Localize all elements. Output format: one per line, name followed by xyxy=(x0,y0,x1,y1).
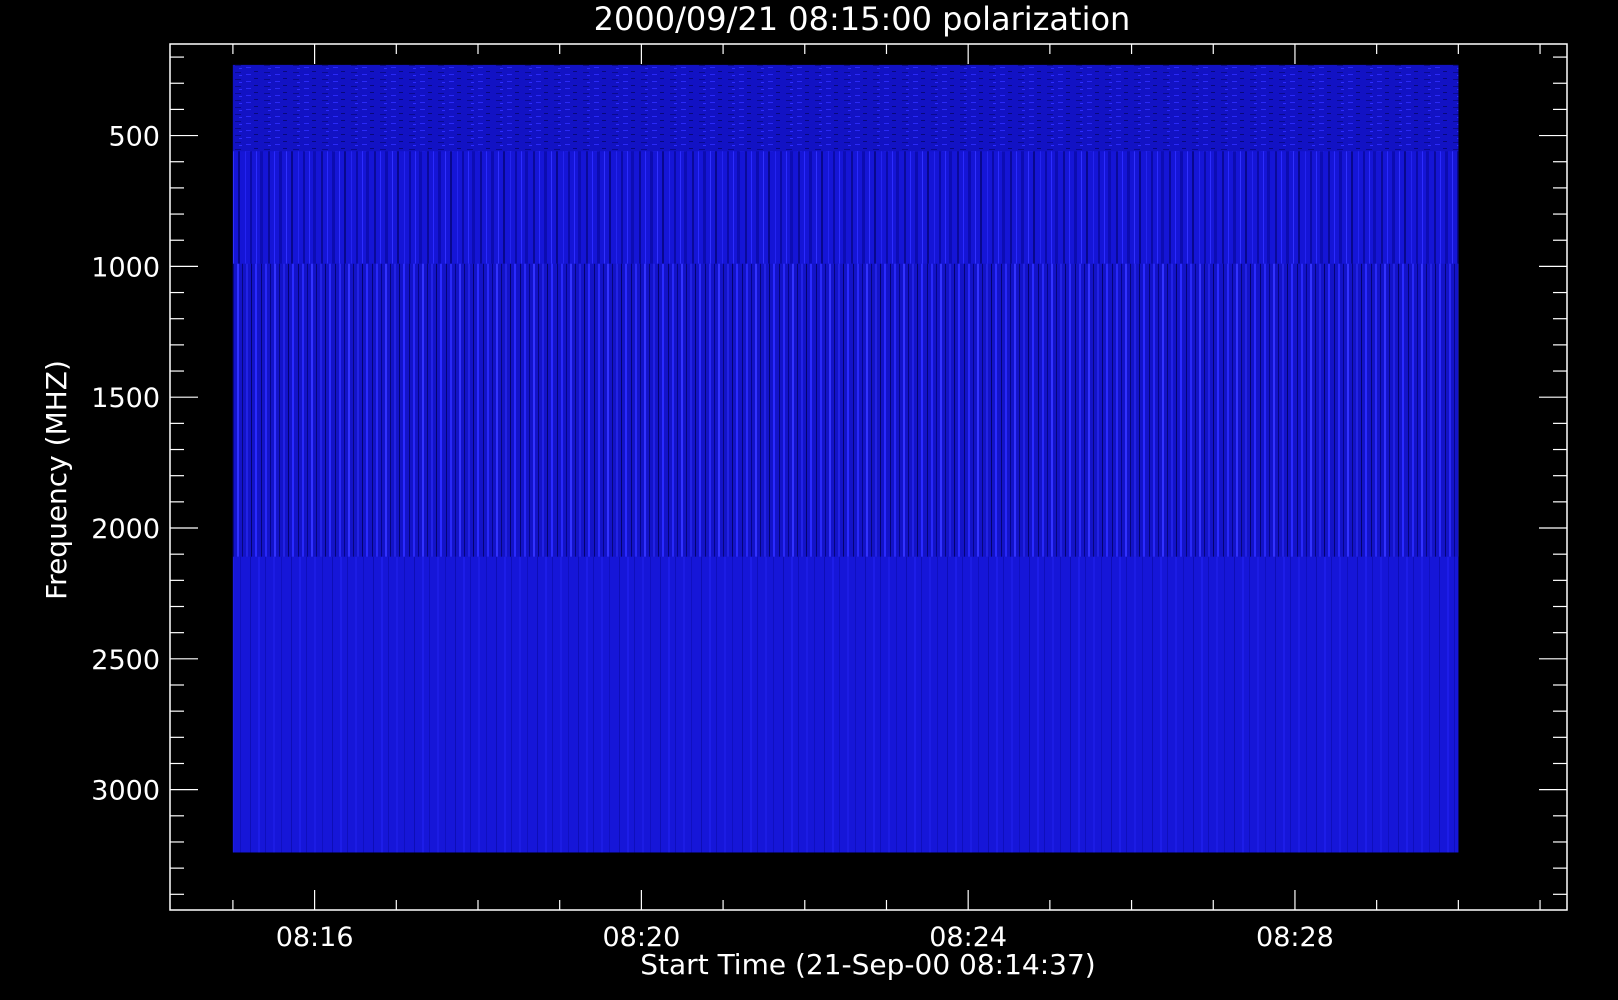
band-upper xyxy=(232,151,1459,264)
x-tick-label: 08:28 xyxy=(1256,922,1334,953)
band-top xyxy=(232,64,1459,152)
x-tick-label: 08:16 xyxy=(276,922,354,953)
spectrogram-image xyxy=(232,64,1459,853)
y-tick-label: 500 xyxy=(108,122,160,153)
chart-title: 2000/09/21 08:15:00 polarization xyxy=(594,0,1131,38)
y-tick-label: 1500 xyxy=(91,383,160,414)
spectrogram-chart: 08:16 08:20 08:24 08:28 5001000150020002500… xyxy=(40,0,1568,981)
y-tick-label: 2000 xyxy=(91,514,160,545)
band-middle xyxy=(232,263,1459,557)
y-tick-label: 3000 xyxy=(91,776,160,807)
y-tick-label: 2500 xyxy=(91,645,160,676)
band-lower xyxy=(232,556,1459,853)
y-axis-label: Frequency (MHZ) xyxy=(40,360,73,600)
y-tick-label: 1000 xyxy=(91,252,160,283)
x-axis-label: Start Time (21-Sep-00 08:14:37) xyxy=(640,948,1095,981)
